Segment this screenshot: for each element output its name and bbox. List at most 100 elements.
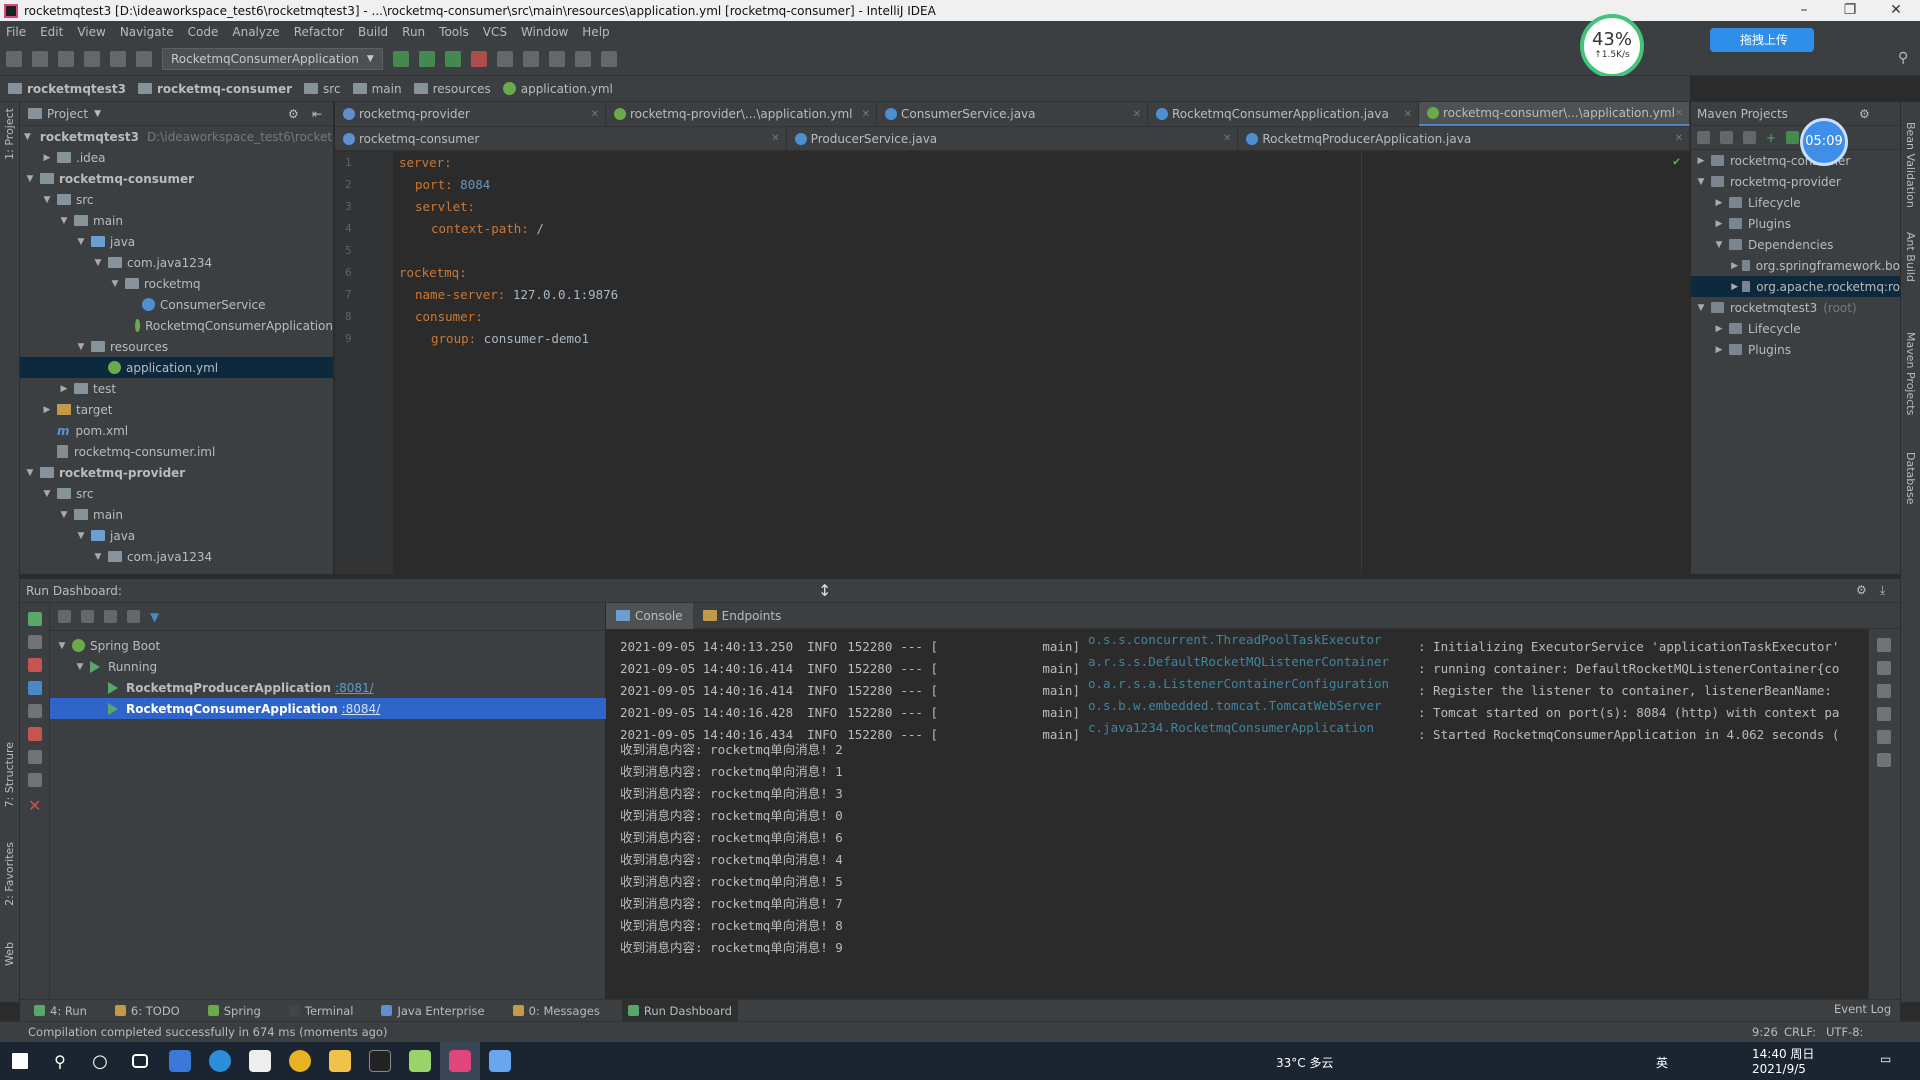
coverage-icon[interactable]	[444, 50, 461, 67]
editor-tab[interactable]: rocketmq-provider ✕	[335, 102, 606, 126]
chevron-down-icon[interactable]: ▼	[92, 552, 104, 562]
close-tab-icon[interactable]: ✕	[862, 109, 870, 120]
tree-item[interactable]: rocketmq-consumer.iml	[20, 441, 333, 462]
port-link[interactable]: :8084/	[342, 702, 381, 716]
favorites-tool-button[interactable]: 2: Favorites	[3, 842, 16, 906]
tree-item[interactable]: ▼ rocketmq-provider	[20, 462, 333, 483]
status-encoding[interactable]: UTF-8:	[1826, 1025, 1863, 1039]
log-class[interactable]: o.s.s.concurrent.ThreadPoolTaskExecutor	[1088, 629, 1418, 651]
status-line-separator[interactable]: CRLF:	[1784, 1025, 1816, 1039]
task-view-icon[interactable]	[120, 1042, 160, 1080]
chevron-down-icon[interactable]: ▼	[24, 468, 36, 478]
run-dashboard-item[interactable]: ▼ Running	[50, 656, 606, 677]
editor-tab[interactable]: rocketmq-consumer ✕	[335, 127, 787, 150]
layout-icon[interactable]	[28, 704, 42, 718]
editor-tab[interactable]: ProducerService.java ✕	[787, 127, 1239, 150]
breadcrumb-item[interactable]: resources	[413, 82, 491, 96]
tree-item[interactable]: ▼ rocketmq-consumer	[20, 168, 333, 189]
chevron-right-icon[interactable]: ▶	[1713, 198, 1725, 208]
menu-file[interactable]: File	[6, 25, 26, 39]
maven-tree-item[interactable]: ▶ Plugins	[1691, 213, 1900, 234]
console-output[interactable]: 2021-09-05 14:40:13.250 INFO 152280 --- [ma…	[606, 629, 1868, 999]
notepad-icon[interactable]	[400, 1042, 440, 1080]
chevron-down-icon[interactable]: ▼	[94, 109, 101, 119]
tool-tab-run-dashboard[interactable]: Run Dashboard	[621, 999, 738, 1022]
chevron-right-icon[interactable]: ▶	[41, 405, 53, 415]
app-icon[interactable]	[160, 1042, 200, 1080]
chevron-down-icon[interactable]: ▼	[75, 342, 87, 352]
tree-item[interactable]: ▼ main	[20, 504, 333, 525]
clock-date[interactable]: 2021/9/5	[1752, 1062, 1806, 1076]
chevron-down-icon[interactable]: ▼	[75, 531, 87, 541]
run-config-selector[interactable]: RocketmqConsumerApplication ▼	[162, 47, 383, 70]
run-maven-icon[interactable]	[1786, 131, 1800, 144]
weather-info[interactable]: 33°C 多云	[1276, 1054, 1333, 1071]
chevron-right-icon[interactable]: ▶	[1731, 282, 1738, 292]
chevron-down-icon[interactable]: ▼	[58, 216, 70, 226]
tree-item[interactable]: ConsumerService	[20, 294, 333, 315]
tool-tab-spring[interactable]: Spring	[202, 1000, 267, 1022]
port-link[interactable]: :8081/	[335, 681, 374, 695]
chevron-down-icon[interactable]: ▼	[24, 174, 36, 184]
menu-window[interactable]: Window	[521, 25, 568, 39]
menu-code[interactable]: Code	[188, 25, 219, 39]
generate-sources-icon[interactable]	[1720, 131, 1733, 144]
editor-tab[interactable]: rocketmq-consumer\...\application.yml ✕	[1419, 102, 1690, 126]
structure-tool-button[interactable]: 7: Structure	[3, 742, 16, 807]
chevron-down-icon[interactable]: ▼	[41, 195, 53, 205]
filter-icon[interactable]: ▼	[150, 610, 159, 624]
file-explorer-icon[interactable]	[320, 1042, 360, 1080]
breadcrumb-item[interactable]: src	[304, 82, 341, 96]
tree-item[interactable]: ▼ src	[20, 189, 333, 210]
menu-edit[interactable]: Edit	[40, 25, 63, 39]
tree-item[interactable]: m pom.xml	[20, 420, 333, 441]
breadcrumb-item[interactable]: rocketmq-consumer	[138, 82, 292, 96]
menu-run[interactable]: Run	[402, 25, 425, 39]
tool-tab-terminal[interactable]: Terminal	[283, 1000, 360, 1022]
tree-item[interactable]: ▶ target	[20, 399, 333, 420]
close-tab-icon[interactable]: ✕	[1404, 109, 1412, 120]
tree-item[interactable]: ▶ .idea	[20, 147, 333, 168]
exit-icon[interactable]	[28, 727, 42, 741]
tree-item[interactable]: ▼ rocketmq	[20, 273, 333, 294]
tree-item[interactable]: ▼ resources	[20, 336, 333, 357]
browser-icon[interactable]	[200, 1042, 240, 1080]
event-log-button[interactable]: Event Log	[1834, 1002, 1891, 1016]
chevron-right-icon[interactable]: ▶	[58, 384, 70, 394]
menu-tools[interactable]: Tools	[439, 25, 469, 39]
bean-validation-tool-button[interactable]: Bean Validation	[1904, 122, 1917, 208]
chrome-icon[interactable]	[280, 1042, 320, 1080]
gear-icon[interactable]: ⚙	[1856, 583, 1867, 597]
menu-analyze[interactable]: Analyze	[232, 25, 279, 39]
hide-panel-icon[interactable]: ⇤	[312, 107, 322, 121]
tab-endpoints[interactable]: Endpoints	[693, 603, 792, 629]
forward-icon[interactable]	[110, 50, 126, 67]
tree-item[interactable]: application.yml	[20, 357, 333, 378]
gear-icon[interactable]: ⚙	[1859, 107, 1870, 121]
debug-icon[interactable]	[418, 50, 435, 67]
gear-icon[interactable]: ⚙	[288, 107, 299, 121]
rerun-icon[interactable]	[28, 612, 42, 626]
clear-all-icon[interactable]	[1877, 753, 1891, 767]
tool-tab-todo[interactable]: 6: TODO	[109, 1000, 186, 1022]
chevron-down-icon[interactable]: ▼	[109, 279, 121, 289]
scroll-down-icon[interactable]	[1877, 661, 1891, 675]
chevron-down-icon[interactable]: ▼	[41, 489, 53, 499]
project-tool-button[interactable]: 1: Project	[3, 108, 16, 160]
run-dashboard-item[interactable]: ▼ Spring Boot	[50, 635, 606, 656]
save-icon[interactable]	[32, 50, 48, 67]
run-icon[interactable]	[392, 50, 409, 67]
tree-item[interactable]: ▼ java	[20, 525, 333, 546]
chevron-right-icon[interactable]: ▶	[1695, 156, 1707, 166]
sdk-icon[interactable]	[600, 50, 617, 67]
maven-tree-item[interactable]: ▼ Dependencies	[1691, 234, 1900, 255]
chevron-down-icon[interactable]: ▼	[58, 510, 70, 520]
print-icon[interactable]	[1877, 730, 1891, 744]
sync-icon[interactable]	[58, 50, 74, 67]
collapse-all-icon[interactable]	[81, 610, 94, 623]
project-structure-icon[interactable]	[574, 50, 591, 67]
close-tab-icon[interactable]: ✕	[771, 133, 779, 144]
log-class[interactable]: o.a.r.s.a.ListenerContainerConfiguration	[1088, 673, 1418, 695]
menu-navigate[interactable]: Navigate	[120, 25, 174, 39]
tool-tab-messages[interactable]: 0: Messages	[507, 1000, 606, 1022]
